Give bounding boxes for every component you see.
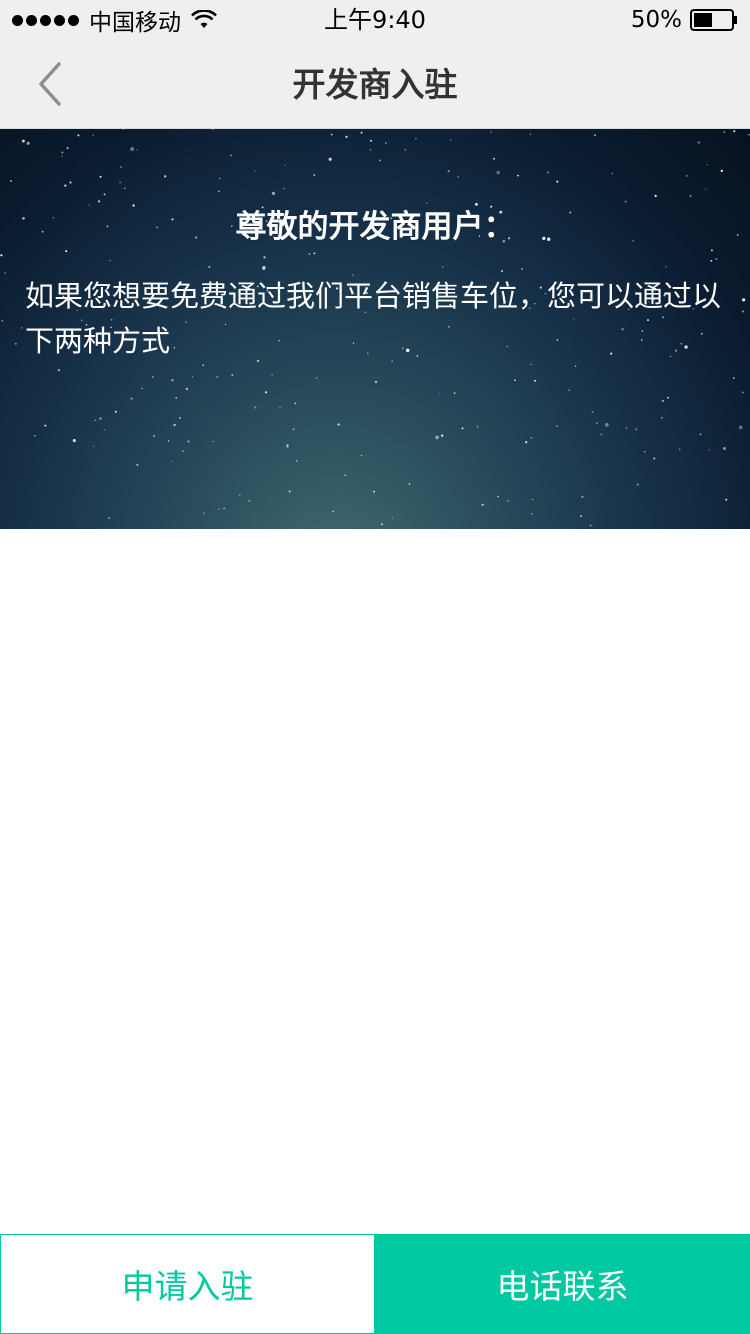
nav-bar: 开发商入驻 <box>0 40 750 129</box>
status-right: 50% <box>631 5 738 35</box>
page-title: 开发商入驻 <box>292 65 458 104</box>
back-button[interactable] <box>20 54 80 114</box>
chevron-left-icon <box>39 62 61 106</box>
banner-text: 如果您想要免费通过我们平台销售车位，您可以通过以下两种方式 <box>25 279 722 358</box>
call-button[interactable]: 电话联系 <box>375 1234 750 1334</box>
battery-icon <box>690 9 737 31</box>
banner-heading: 尊敬的开发商用户： <box>235 209 515 245</box>
battery-percent: 50% <box>630 7 682 33</box>
banner: 尊敬的开发商用户： 如果您想要免费通过我们平台销售车位，您可以通过以下两种方式 <box>0 129 750 529</box>
apply-button[interactable]: 申请入驻 <box>0 1234 375 1334</box>
action-bar: 申请入驻 电话联系 <box>0 1234 750 1334</box>
status-bar: 中国移动 上午9:40 50% <box>0 0 750 40</box>
